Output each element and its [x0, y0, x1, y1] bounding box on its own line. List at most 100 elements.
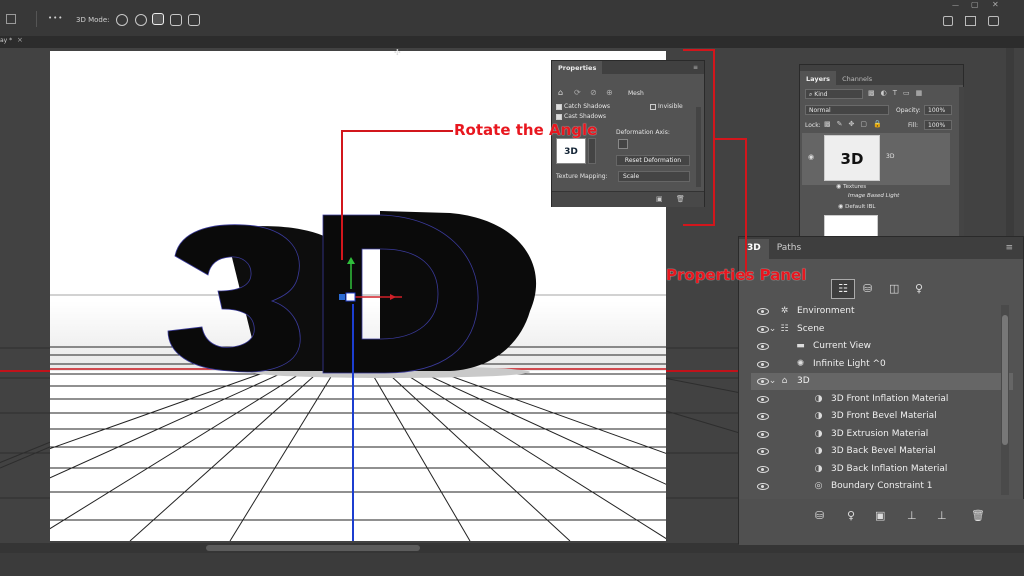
3d-mode-label: 3D Mode:	[76, 16, 110, 24]
expand-chevron-icon[interactable]: ⌄	[767, 376, 778, 387]
layer-row-3d[interactable]: ◉ 3D 3D	[802, 133, 950, 185]
lock-artboard-icon[interactable]: ▢	[860, 120, 867, 128]
cast-shadows-checkbox[interactable]: Cast Shadows	[556, 113, 606, 120]
slide-3d-icon[interactable]	[170, 14, 182, 26]
mesh-icon[interactable]: ⌂	[558, 88, 563, 97]
mesh-icon: ⌂	[781, 376, 788, 386]
new-light-icon[interactable]: ♀	[847, 509, 855, 522]
filter-pixel-icon[interactable]: ▩	[868, 89, 875, 99]
layer-name[interactable]: 3D	[886, 153, 894, 160]
constraint-icon[interactable]: ⊥	[937, 509, 947, 522]
scene-tree-row[interactable]: ◑ 3D Front Inflation Material	[751, 391, 1013, 408]
filter-materials-icon[interactable]: ◫	[889, 282, 899, 295]
filter-meshes-icon[interactable]: ⛁	[863, 282, 872, 295]
visibility-eye-icon[interactable]	[757, 308, 769, 315]
tab-layers[interactable]: Layers	[800, 71, 837, 85]
scene-tree-scrollbar[interactable]	[1001, 305, 1009, 495]
options-bar: ••• 3D Mode: — ▢ ✕	[0, 0, 1024, 40]
coordinates-icon[interactable]: ⊕	[606, 88, 613, 97]
lock-all-icon[interactable]: 🔒	[873, 120, 882, 128]
cap-icon[interactable]: ⊘	[590, 88, 597, 97]
scene-tree-row[interactable]: ◎ Boundary Constraint 1	[751, 478, 1013, 495]
visibility-eye-icon[interactable]	[757, 465, 769, 473]
scale-3d-icon[interactable]	[188, 14, 200, 26]
visibility-eye-icon[interactable]	[757, 483, 769, 490]
scene-tree-row[interactable]: ▬ Current View	[751, 338, 1013, 355]
deform-icon[interactable]: ⟳	[574, 88, 581, 97]
panel-menu-icon[interactable]: ≡	[1005, 243, 1013, 253]
document-tab-bar: ay * ×	[0, 36, 1024, 48]
expand-chevron-icon[interactable]: ⌄	[767, 324, 778, 335]
texture-thumbnail[interactable]: 3D	[556, 138, 586, 164]
blend-mode-select[interactable]: Normal	[805, 105, 889, 115]
restore-icon[interactable]: ▢	[971, 0, 979, 9]
ground-plane-icon[interactable]: ⊥	[907, 509, 917, 522]
tab-properties[interactable]: Properties	[552, 61, 603, 74]
filter-kind-select[interactable]: ⌕ Kind	[805, 89, 863, 99]
close-window-icon[interactable]: ✕	[992, 0, 999, 9]
render-icon[interactable]: ▣	[656, 195, 663, 203]
panel-menu-icon[interactable]: ≡	[693, 64, 698, 71]
share-icon[interactable]	[988, 16, 999, 26]
scene-tree-row[interactable]: ◑ 3D Back Inflation Material	[751, 461, 1013, 478]
roll-3d-icon[interactable]	[135, 14, 147, 26]
orbit-3d-icon[interactable]	[116, 14, 128, 26]
tab-3d[interactable]: 3D	[739, 239, 769, 259]
reset-deformation-button[interactable]: Reset Deformation	[616, 155, 690, 166]
scene-tree-row[interactable]: ◑ 3D Front Bevel Material	[751, 408, 1013, 425]
scene-tree-row[interactable]: ✲ Environment	[751, 303, 1013, 320]
texture-mapping-label: Texture Mapping:	[556, 173, 608, 180]
filter-shape-icon[interactable]: ▭	[903, 89, 910, 99]
invisible-checkbox[interactable]: Invisible	[650, 103, 683, 110]
close-tab-icon[interactable]: ×	[17, 36, 23, 44]
scene-tree-label: 3D Extrusion Material	[831, 428, 929, 439]
filter-lights-icon[interactable]: ♀	[915, 282, 923, 295]
thumbnail-dropdown[interactable]	[588, 138, 596, 164]
workspace-icon[interactable]	[965, 16, 976, 26]
sub-item-ibl: Image Based Light	[848, 193, 900, 199]
texture-mapping-select[interactable]: Scale	[618, 171, 690, 182]
visibility-eye-icon[interactable]	[757, 430, 769, 438]
tab-paths[interactable]: Paths	[769, 239, 809, 259]
lock-pixels-icon[interactable]: ▩	[824, 120, 831, 128]
scene-tree-row[interactable]: ◑ 3D Back Bevel Material	[751, 443, 1013, 460]
visibility-eye-icon[interactable]: ◉	[808, 153, 814, 161]
filter-type-icon[interactable]: T	[893, 89, 897, 99]
filter-smart-icon[interactable]: ▦	[916, 89, 923, 99]
fill-input[interactable]: 100%	[924, 120, 952, 130]
scene-tree-row[interactable]: ✺ Infinite Light ^0	[751, 356, 1013, 373]
catch-shadows-checkbox[interactable]: Catch Shadows	[556, 103, 610, 110]
filter-whole-scene-icon[interactable]: ☷	[831, 279, 855, 299]
filter-adjust-icon[interactable]: ◐	[881, 89, 887, 99]
scene-tree-row[interactable]: ◑ 3D Extrusion Material	[751, 426, 1013, 443]
scene-tree-row[interactable]: ⌄ ☷ Scene	[751, 321, 1013, 338]
more-options-icon[interactable]: •••	[48, 14, 63, 22]
visibility-eye-icon[interactable]	[757, 413, 769, 420]
material-icon: ◑	[814, 446, 823, 456]
lock-move-icon[interactable]: ✥	[849, 120, 855, 128]
deformation-axis-widget[interactable]	[618, 139, 628, 149]
trash-icon[interactable]: 🗑	[676, 195, 685, 203]
search-icon[interactable]	[943, 16, 953, 26]
tab-channels[interactable]: Channels	[836, 71, 878, 85]
scene-tree-row[interactable]: ⌄ ⌂ 3D	[751, 373, 1013, 390]
visibility-eye-icon[interactable]	[757, 360, 769, 368]
opacity-label: Opacity:	[896, 107, 921, 114]
opacity-input[interactable]: 100%	[924, 105, 952, 115]
sub-item-default-ibl: ◉ Default IBL	[838, 203, 876, 210]
visibility-eye-icon[interactable]	[757, 343, 769, 350]
visibility-eye-icon[interactable]	[757, 395, 769, 403]
scrollbar-thumb[interactable]	[206, 545, 420, 551]
visibility-eye-icon[interactable]	[757, 448, 769, 455]
tool-preset-icon[interactable]	[6, 14, 16, 24]
new-mesh-icon[interactable]: ⛁	[815, 509, 824, 522]
trash-icon[interactable]: 🗑	[971, 509, 985, 522]
minimize-icon[interactable]: —	[952, 1, 959, 9]
mesh-label: Mesh	[628, 90, 644, 97]
material-icon: ◑	[814, 428, 823, 439]
lock-paint-icon[interactable]: ✎	[837, 120, 843, 128]
render-icon[interactable]: ▣	[875, 509, 885, 522]
pan-3d-icon[interactable]	[152, 13, 164, 25]
document-tab[interactable]: ay *	[0, 37, 12, 44]
background-layer-thumbnail[interactable]	[824, 215, 878, 237]
